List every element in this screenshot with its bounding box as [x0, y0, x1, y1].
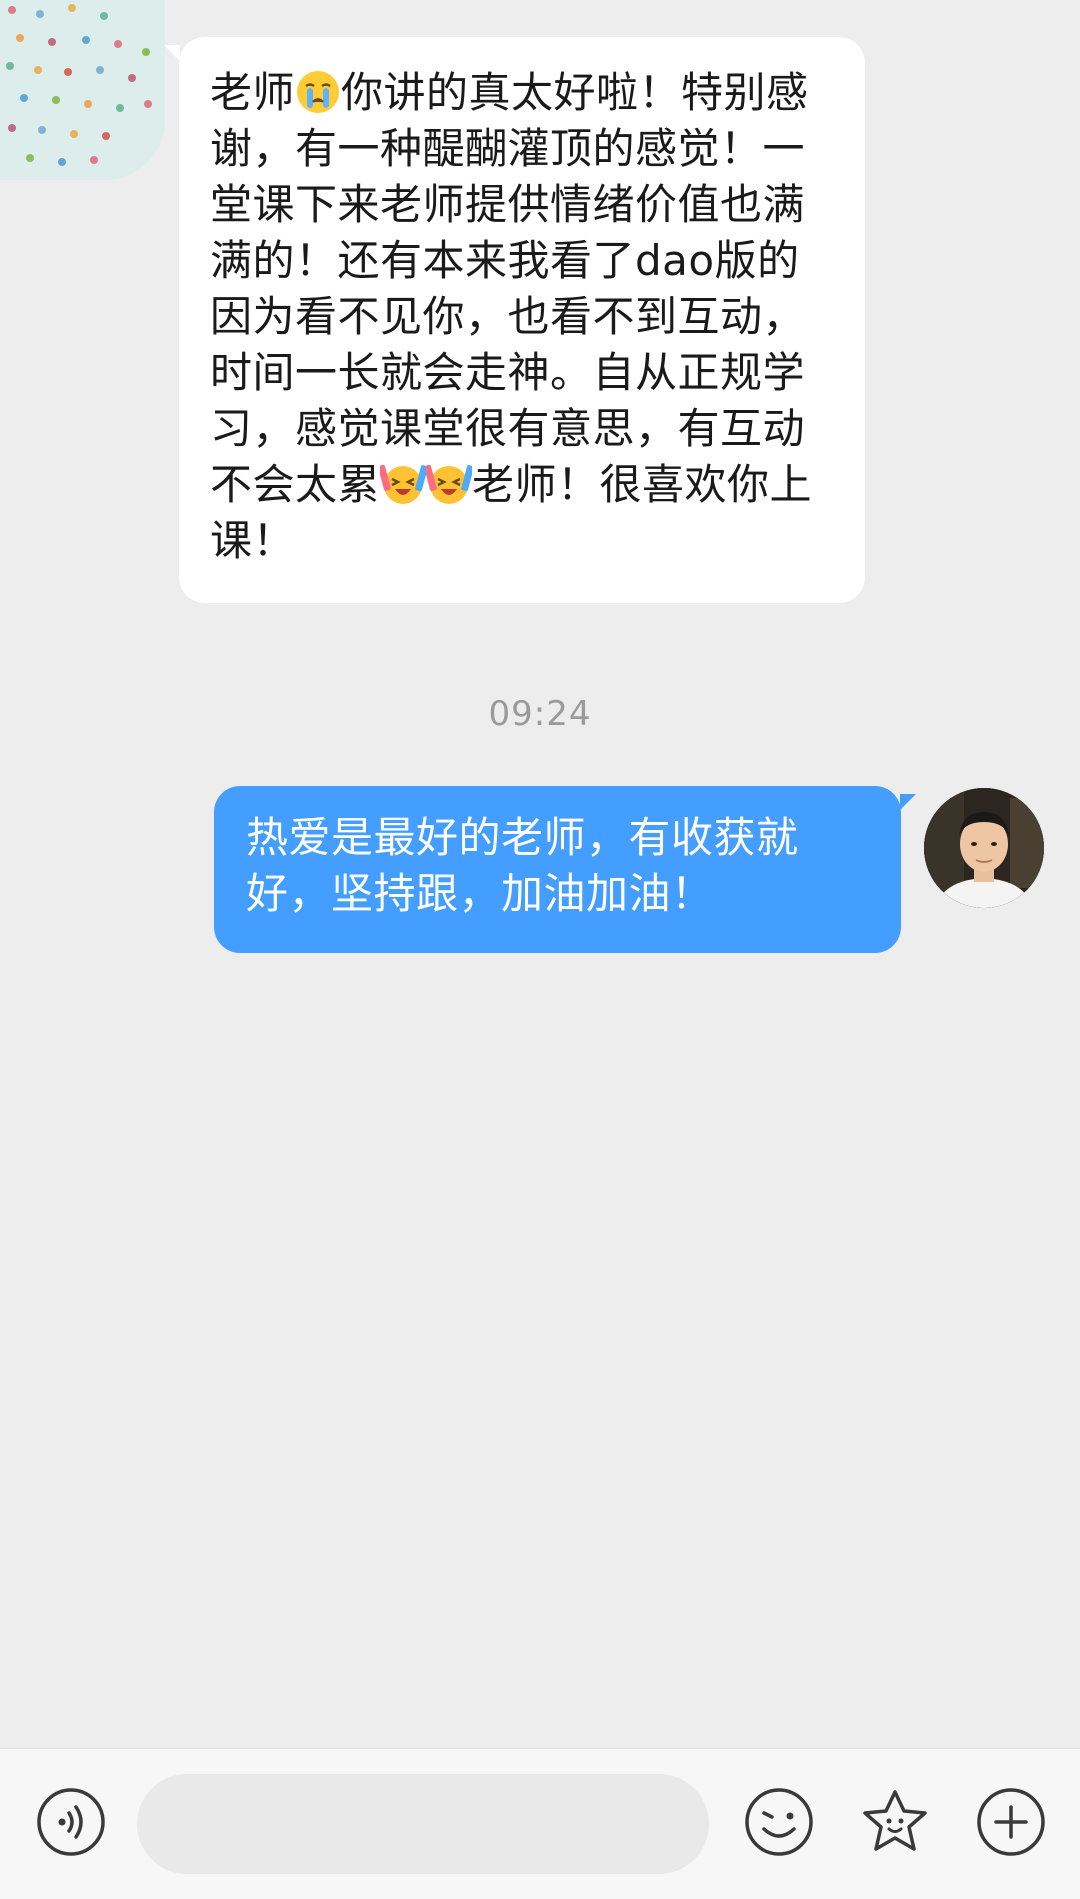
emoji-icon[interactable]	[744, 1787, 814, 1857]
message-timestamp: 09:24	[488, 694, 592, 734]
contact-avatar[interactable]	[0, 0, 165, 180]
incoming-message-bubble[interactable]: 老师 你讲的真太好啦！特别感谢，有一种醍醐灌顶的感觉！一堂课下来老师提供情绪价值…	[164, 37, 865, 603]
message-input[interactable]	[137, 1774, 709, 1874]
input-bar	[0, 1748, 1080, 1899]
chat-area[interactable]: 老师 你讲的真太好啦！特别感谢，有一种醍醐灌顶的感觉！一堂课下来老师提供情绪价值…	[0, 0, 1080, 1748]
sticker-icon[interactable]	[860, 1787, 930, 1857]
message-text: 你讲的真太好啦！特别感谢，有一种醍醐灌顶的感觉！一堂课下来老师提供情绪价值也满满…	[210, 68, 809, 509]
outgoing-message-bubble[interactable]: 热爱是最好的老师，有收获就好，坚持跟，加油加油！	[214, 786, 916, 953]
cheering-face-icon	[378, 461, 428, 507]
voice-icon[interactable]	[36, 1787, 106, 1857]
message-text: 热爱是最好的老师，有收获就好，坚持跟，加油加油！	[246, 813, 799, 918]
cheering-face-icon	[424, 461, 474, 507]
crying-face-icon	[295, 69, 341, 115]
plus-icon[interactable]	[976, 1787, 1046, 1857]
self-avatar[interactable]	[924, 788, 1044, 908]
message-text: 老师	[210, 68, 296, 117]
